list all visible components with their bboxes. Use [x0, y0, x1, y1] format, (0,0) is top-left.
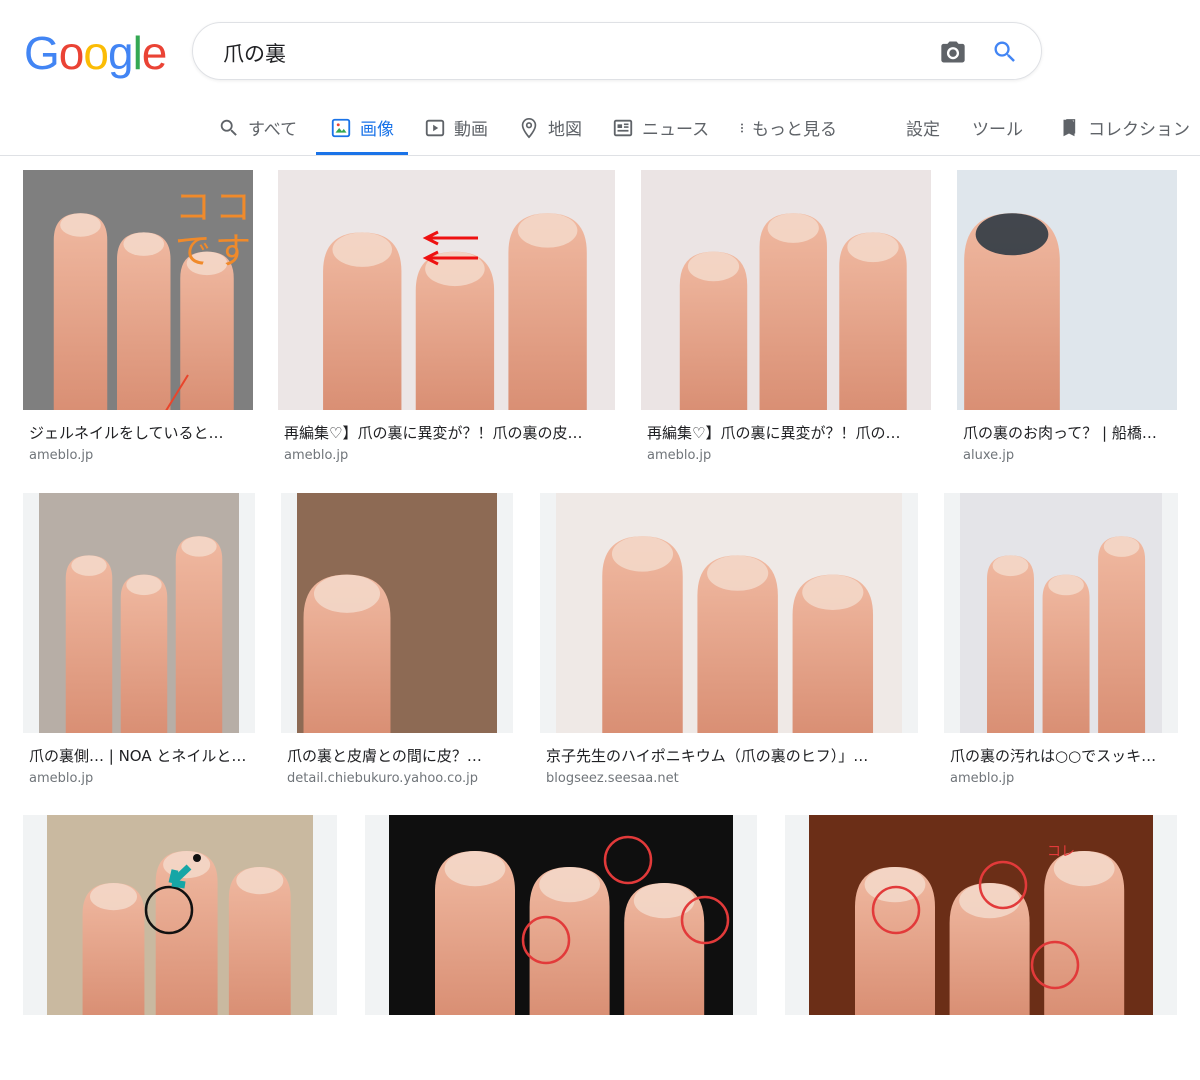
tab-label: もっと見る	[752, 120, 837, 140]
result-source[interactable]: ameblo.jp	[284, 448, 348, 463]
tab-videos[interactable]: 動画	[424, 100, 488, 155]
tab-news[interactable]: ニュース	[612, 100, 709, 155]
result-source[interactable]: ameblo.jp	[647, 448, 711, 463]
tab-label: すべて	[248, 120, 298, 140]
result-title[interactable]: ジェルネイルをしていると…	[29, 422, 247, 443]
bookmark-icon	[1063, 118, 1076, 136]
tab-all[interactable]: すべて	[218, 100, 297, 155]
image-result[interactable]: 爪の裏と皮膚との間に皮？… detail.chiebukuro.yahoo.co.…	[281, 493, 513, 798]
result-thumbnail[interactable]	[957, 170, 1177, 410]
result-thumbnail[interactable]	[540, 493, 918, 733]
result-source[interactable]: aluxe.jp	[963, 448, 1014, 463]
map-pin-icon	[521, 117, 537, 138]
image-result[interactable]: 爪の裏のお肉って？ | 船橋… aluxe.jp	[957, 170, 1177, 475]
photo-annotation-text: コレ	[1047, 844, 1075, 860]
tab-label: ニュース	[642, 120, 710, 140]
photo-image	[47, 815, 313, 1015]
result-thumbnail[interactable]	[23, 493, 255, 733]
search-input[interactable]	[221, 37, 925, 69]
result-thumbnail[interactable]	[278, 170, 615, 410]
photo-image	[39, 493, 239, 733]
result-title[interactable]: 爪の裏側… | NOA とネイルと…	[29, 745, 249, 766]
result-title[interactable]: 爪の裏のお肉って？ | 船橋…	[963, 422, 1171, 443]
result-source[interactable]: ameblo.jp	[950, 771, 1014, 786]
tab-label: コレクション	[1088, 120, 1190, 140]
tab-maps[interactable]: 地図	[518, 100, 582, 155]
tab-label: 画像	[360, 120, 394, 140]
tab-label: 設定	[906, 120, 940, 140]
photo-image	[960, 493, 1162, 733]
logo-letter: o	[83, 27, 109, 79]
image-result[interactable]: 再編集♡】爪の裏に異変が？！爪の… ameblo.jp	[641, 170, 931, 475]
tab-settings[interactable]: 設定	[906, 100, 940, 155]
logo-letter: e	[141, 27, 168, 79]
photo-image	[641, 170, 931, 410]
photo-image	[389, 815, 733, 1015]
tab-label: 地図	[548, 120, 582, 140]
logo-letter: g	[107, 27, 134, 79]
result-thumbnail[interactable]	[641, 170, 931, 410]
tab-tools[interactable]: ツール	[972, 100, 1023, 155]
result-title[interactable]: 京子先生のハイポニキウム（爪の裏のヒフ）」…	[546, 745, 912, 766]
result-thumbnail[interactable]	[785, 815, 1177, 1015]
tab-images[interactable]: 画像	[316, 100, 408, 155]
image-icon	[331, 118, 351, 137]
header: Google すべて 画像	[0, 0, 1200, 156]
image-result[interactable]: ココですジェルネイルをしていると… ameblo.jp	[23, 170, 253, 475]
search-icon[interactable]	[991, 38, 1019, 66]
tab-collections[interactable]: コレクション	[1058, 100, 1190, 155]
camera-icon[interactable]	[939, 38, 967, 66]
image-result[interactable]: 京子先生のハイポニキウム（爪の裏のヒフ）」… blogseez.seesaa.ne…	[540, 493, 918, 798]
result-title[interactable]: 再編集♡】爪の裏に異変が？！爪の…	[647, 422, 925, 443]
news-icon	[613, 119, 633, 136]
image-result[interactable]	[23, 815, 337, 1080]
result-source[interactable]: ameblo.jp	[29, 771, 93, 786]
photo-annotation-text: ココです	[175, 187, 256, 272]
google-logo[interactable]: Google	[24, 26, 168, 80]
photo-image	[278, 170, 615, 410]
result-thumbnail[interactable]	[365, 815, 757, 1015]
tab-more[interactable]: もっと見る	[736, 100, 837, 155]
tab-label: ツール	[972, 120, 1023, 140]
image-result[interactable]: 爪の裏側… | NOA とネイルと… ameblo.jp	[23, 493, 255, 798]
result-thumbnail[interactable]	[23, 815, 337, 1015]
image-result[interactable]: コレ	[785, 815, 1177, 1080]
result-title[interactable]: 爪の裏と皮膚との間に皮？…	[287, 745, 507, 766]
search-icon	[220, 119, 237, 136]
image-result[interactable]: 爪の裏の汚れは○○でスッキ… ameblo.jp	[944, 493, 1178, 798]
result-thumbnail[interactable]	[944, 493, 1178, 733]
photo-image	[809, 815, 1153, 1015]
image-result[interactable]	[365, 815, 757, 1080]
tab-label: 動画	[454, 120, 488, 140]
more-vert-icon	[741, 123, 743, 132]
logo-letter: l	[132, 27, 143, 79]
photo-image	[556, 493, 902, 733]
result-source[interactable]: blogseez.seesaa.net	[546, 771, 679, 786]
search-box	[192, 22, 1042, 80]
logo-letter: G	[24, 27, 60, 79]
result-source[interactable]: ameblo.jp	[29, 448, 93, 463]
result-thumbnail[interactable]	[281, 493, 513, 733]
result-title[interactable]: 再編集♡】爪の裏に異変が？！爪の裏の皮…	[284, 422, 609, 443]
search-tabs: すべて 画像 動画 地図 ニュース もっと見る 設定 ツール コレクション	[0, 100, 1200, 155]
photo-image	[957, 170, 1177, 410]
result-source[interactable]: detail.chiebukuro.yahoo.co.jp	[287, 771, 478, 786]
logo-letter: o	[58, 27, 85, 79]
photo-image	[297, 493, 497, 733]
result-title[interactable]: 爪の裏の汚れは○○でスッキ…	[950, 745, 1172, 766]
video-icon	[425, 119, 445, 136]
image-result[interactable]: 再編集♡】爪の裏に異変が？！爪の裏の皮… ameblo.jp	[278, 170, 615, 475]
